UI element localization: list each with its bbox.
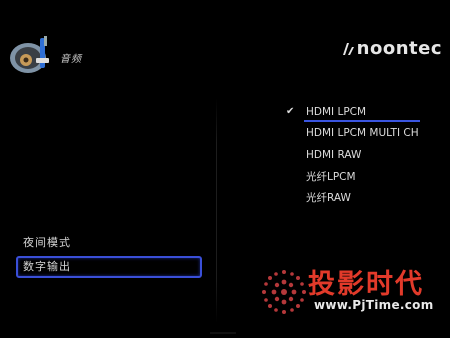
option-hdmi-raw[interactable]: HDMI RAW — [286, 144, 450, 166]
digital-output-options: ✔ HDMI LPCM HDMI LPCM MULTI CH HDMI RAW … — [286, 101, 450, 209]
checkmark-icon: ✔ — [286, 106, 295, 118]
panel-divider — [216, 98, 217, 323]
option-optical-raw[interactable]: 光纤RAW — [286, 187, 450, 209]
menu-item-digital-output[interactable]: 数字输出 — [16, 256, 202, 278]
menu-item-label: 数字输出 — [23, 260, 71, 273]
noontec-logo-icon — [342, 42, 354, 55]
option-label: HDMI LPCM — [306, 105, 367, 118]
menu-item-label: 夜间模式 — [23, 236, 71, 249]
option-optical-lpcm[interactable]: 光纤LPCM — [286, 166, 450, 188]
watermark: 投影时代 www.PjTime.com — [256, 260, 446, 324]
watermark-url: www.PjTime.com — [314, 298, 434, 312]
option-label: HDMI LPCM MULTI CH — [306, 127, 419, 140]
watermark-text: 投影时代 — [308, 269, 424, 300]
section-title: 音频 — [60, 54, 82, 65]
audio-settings-icon — [10, 36, 49, 73]
option-label: 光纤RAW — [306, 192, 351, 205]
option-label: HDMI RAW — [306, 148, 362, 161]
menu-item-night-mode[interactable]: 夜间模式 — [16, 232, 202, 254]
watermark-logo-icon — [262, 270, 306, 314]
option-hdmi-lpcm-multi-ch[interactable]: HDMI LPCM MULTI CH — [286, 123, 450, 145]
brand-logo: noontec — [341, 38, 442, 59]
bottom-indicator — [210, 332, 236, 334]
option-hdmi-lpcm[interactable]: ✔ HDMI LPCM — [286, 101, 450, 123]
brand-name: noontec — [356, 38, 442, 59]
option-label: 光纤LPCM — [306, 170, 356, 183]
settings-menu: 夜间模式 数字输出 — [16, 232, 202, 280]
